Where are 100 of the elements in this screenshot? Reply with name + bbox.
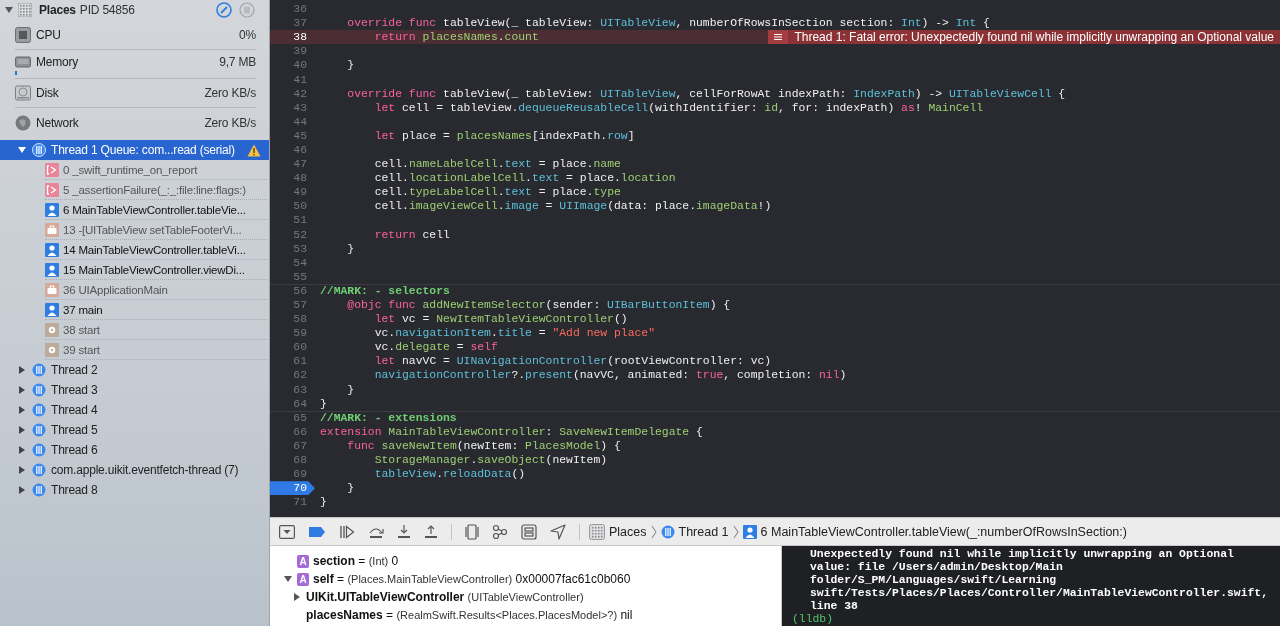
code-line: cell.typeLabelCell.text = place.type <box>373 185 621 200</box>
line-number: 62 <box>292 368 308 383</box>
thread-row[interactable]: Thread 6 <box>0 440 269 460</box>
breadcrumb-item[interactable]: 6 MainTableViewController.tableView(_:numberOfRowsInSection:) <box>742 524 1127 539</box>
line-number: 71 <box>292 495 308 510</box>
view-hierarchy-icon[interactable] <box>465 523 479 540</box>
error-annotation: Thread 1: Fatal error: Unexpectedly found nil while implicitly unwrapping an Optional value <box>768 30 1280 45</box>
thread-label: Thread 6 <box>51 443 98 457</box>
thread-icon <box>32 143 46 157</box>
code-line: } <box>319 495 327 510</box>
line-number: 52 <box>292 227 308 242</box>
variable-entry[interactable]: placesNames = (RealmSwift.Results<Places.PlacesModel>?) nil <box>306 608 633 622</box>
variable-kind-icon: A <box>297 554 309 568</box>
disclosure-triangle-icon[interactable] <box>17 465 27 475</box>
stack-frame[interactable]: 36 UIApplicationMain <box>45 280 267 300</box>
gauge-label: CPU <box>36 28 61 42</box>
thread-row[interactable]: Thread 8 <box>0 480 269 500</box>
breakpoint-icon[interactable] <box>308 525 326 538</box>
disclosure-triangle-icon[interactable] <box>4 5 14 15</box>
gauge-label: Disk <box>36 86 59 100</box>
thread-label: com.apple.uikit.eventfetch-thread (7) <box>51 463 239 477</box>
disclosure-triangle-icon[interactable] <box>17 365 27 375</box>
code-frame-icon <box>45 182 59 197</box>
thread-icon <box>32 443 46 457</box>
gauge-value: 9,7 MB <box>219 54 256 69</box>
continue-icon[interactable] <box>339 524 355 539</box>
location-arrow-icon[interactable] <box>550 523 566 540</box>
thread-row[interactable]: Thread 2 <box>0 360 269 380</box>
thread-row[interactable]: Thread 5 <box>0 420 269 440</box>
thread-row[interactable]: Thread 4 <box>0 400 269 420</box>
breadcrumb-item[interactable]: Thread 1 <box>660 524 729 539</box>
stack-frame[interactable]: 39 start <box>45 340 267 360</box>
chip-icon <box>15 27 31 43</box>
variable-entry[interactable]: self = (Places.MainTableViewController) 0x00007fac61c0b060 <box>313 572 631 586</box>
gauge-value: 0% <box>239 28 256 42</box>
thread-icon <box>32 383 46 397</box>
stack-frame[interactable]: 15 MainTableViewController.viewDi... <box>45 260 267 280</box>
line-number: 69 <box>292 467 308 482</box>
person-icon <box>45 242 59 257</box>
thread-label: Thread 1 Queue: com...read (serial) <box>51 143 235 157</box>
code-line: } <box>346 382 355 397</box>
stack-frame[interactable]: 5 _assertionFailure(_:_:file:line:flags:) <box>45 180 267 200</box>
thread-label: Thread 8 <box>51 483 98 497</box>
line-number: 48 <box>292 171 308 186</box>
step-into-icon[interactable] <box>397 524 411 539</box>
disclosure-triangle-icon[interactable] <box>17 385 27 395</box>
line-number: 50 <box>292 199 308 214</box>
breadcrumb-item[interactable]: Places <box>589 523 647 540</box>
disclosure-triangle-icon[interactable] <box>17 405 27 415</box>
line-number: 36 <box>292 2 308 17</box>
code-line: func saveNewItem(newItem: PlacesModel) { <box>346 438 621 453</box>
line-number: 64 <box>292 396 308 411</box>
briefcase-icon <box>45 222 59 237</box>
disclosure-triangle-icon[interactable] <box>17 145 27 155</box>
code-line: } <box>346 241 355 256</box>
stack-frame[interactable]: 38 start <box>45 320 267 340</box>
memory-icon <box>15 53 31 70</box>
stack-frame[interactable]: 6 MainTableViewController.tableVie... <box>45 200 267 220</box>
disclosure-triangle-icon[interactable] <box>17 485 27 495</box>
thread-icon <box>32 483 46 497</box>
stack-frame[interactable]: 13 -[UITableView setTableFooterVi... <box>45 220 267 240</box>
stack-frame[interactable]: 0 _swift_runtime_on_report <box>45 160 267 180</box>
thread-row[interactable]: Thread 3 <box>0 380 269 400</box>
thread-row[interactable]: Thread 1 Queue: com...read (serial) <box>0 140 269 160</box>
line-number: 65 <box>292 411 308 426</box>
step-out-icon[interactable] <box>424 524 438 539</box>
disclosure-triangle-icon[interactable] <box>17 445 27 455</box>
variable-entry[interactable]: section = (Int) 0 <box>313 554 399 568</box>
environment-icon[interactable] <box>521 523 537 540</box>
code-line: override func tableView(_ tableView: UITableView, numberOfRowsInSection section: Int) -> Int { <box>346 16 990 31</box>
disclosure-triangle-icon[interactable] <box>17 425 27 435</box>
code-line: override func tableView(_ tableView: UITableView, cellForRowAt indexPath: IndexPath) -> UITableViewCell { <box>346 86 1066 101</box>
disclosure-triangle-icon[interactable] <box>292 592 302 602</box>
variable-entry[interactable]: UIKit.UITableViewController (UITableViewController) <box>306 590 584 604</box>
line-number: 38 <box>292 30 308 45</box>
gear-icon <box>45 342 59 357</box>
memory-graph-icon[interactable] <box>492 523 508 540</box>
line-number: 37 <box>292 16 308 31</box>
line-number: 60 <box>292 340 308 355</box>
thread-icon <box>660 524 675 539</box>
gauge-icon[interactable] <box>216 2 232 18</box>
app-icon <box>589 523 605 540</box>
thread-label: Thread 2 <box>51 363 98 377</box>
line-number: 44 <box>292 114 308 129</box>
panel-toggle-icon[interactable] <box>279 524 295 539</box>
line-number: 41 <box>292 72 308 87</box>
chevron-icon <box>732 524 739 539</box>
stack-frame[interactable]: 37 main <box>45 300 267 320</box>
disclosure-triangle-icon[interactable] <box>283 574 293 584</box>
code-line: cell.nameLabelCell.text = place.name <box>373 157 621 172</box>
code-line: extension MainTableViewController: SaveNewItemDelegate { <box>319 424 703 439</box>
code-line: cell.locationLabelCell.text = place.location <box>373 171 676 186</box>
process-id: PID 54856 <box>79 3 135 17</box>
globe-icon <box>15 114 31 131</box>
stack-frame[interactable]: 14 MainTableViewController.tableVi... <box>45 240 267 260</box>
line-number: 47 <box>292 157 308 172</box>
error-list-icon[interactable] <box>768 30 789 45</box>
person-icon <box>45 262 59 277</box>
line-number: 66 <box>292 424 308 439</box>
thread-row[interactable]: com.apple.uikit.eventfetch-thread (7) <box>0 460 269 480</box>
